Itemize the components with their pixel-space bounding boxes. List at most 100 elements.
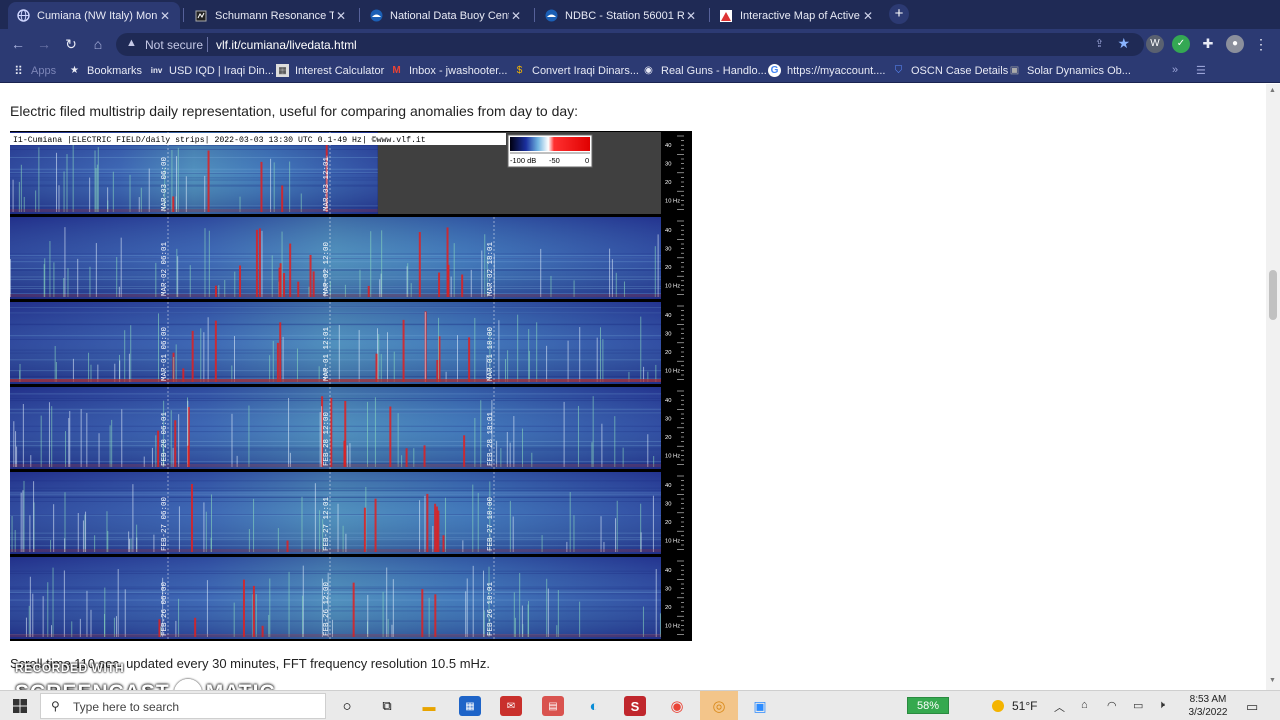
search-icon: ⚲ <box>51 699 60 713</box>
battery-icon[interactable]: ▭ <box>1133 699 1143 712</box>
noaa-icon <box>544 9 558 23</box>
intro-text: Electric filed multistrip daily represen… <box>10 103 579 119</box>
reading-list-icon[interactable]: ☰ <box>1196 64 1206 77</box>
address-bar[interactable]: ▲ Not secure vlf.it/cumiana/livedata.htm… <box>116 33 1144 56</box>
scroll-up-icon[interactable]: ▲ <box>1269 87 1276 94</box>
forward-icon[interactable]: → <box>35 35 53 53</box>
share-icon[interactable]: ⇪ <box>1095 37 1104 50</box>
store-icon[interactable]: ▦ <box>459 696 481 716</box>
chevron-up-icon[interactable]: ︿ <box>1054 699 1065 715</box>
strip-time-label: FEB-28 06:01 <box>161 411 169 466</box>
edge-icon[interactable]: ◐ <box>583 696 605 716</box>
freq-tick-label: 40 <box>665 228 671 234</box>
bookmark-item[interactable]: ▣ Solar Dynamics Ob... <box>1008 64 1131 77</box>
tab-ndbc[interactable]: National Data Buoy Center ✕ <box>361 2 531 29</box>
s-app-icon[interactable]: S <box>624 696 646 716</box>
close-tab-icon[interactable]: ✕ <box>509 9 523 23</box>
taskbar-clock[interactable]: 8:53 AM 3/3/2022 <box>1182 693 1234 719</box>
gmail-icon: M <box>392 65 401 76</box>
extension-w-icon[interactable]: W <box>1146 35 1164 53</box>
warning-icon: ▲ <box>126 37 137 49</box>
zoom-icon[interactable]: ▣ <box>749 696 771 716</box>
search-placeholder: Type here to search <box>73 700 180 714</box>
noaa-icon <box>369 9 383 23</box>
bookmark-item[interactable]: inv USD IQD | Iraqi Din... <box>150 64 274 77</box>
spectrogram-strip <box>10 557 661 639</box>
close-tab-icon[interactable]: ✕ <box>684 9 698 23</box>
page-icon <box>194 9 208 23</box>
colorbar-label: -50 <box>549 156 560 165</box>
tab-strip: Cumiana (NW Italy) Monito ✕ Schumann Res… <box>0 0 1280 29</box>
colorbar-label: 0 <box>585 156 589 165</box>
more-bookmarks-icon[interactable]: » <box>1172 64 1178 76</box>
freq-tick-label: 20 <box>665 180 671 186</box>
google-icon: G <box>768 64 781 77</box>
cortana-icon[interactable]: ○ <box>336 696 358 716</box>
freq-tick-label: 10 Hz <box>665 284 680 290</box>
bookmark-item[interactable]: M Inbox - jwashooter... <box>390 64 507 77</box>
close-tab-icon[interactable]: ✕ <box>334 9 348 23</box>
wifi-icon[interactable]: ◠ <box>1107 699 1117 712</box>
extension-check-icon[interactable]: ✓ <box>1172 35 1190 53</box>
apps-icon[interactable]: ⠿ Apps <box>12 64 56 78</box>
freq-tick-label: 40 <box>665 313 671 319</box>
freq-tick-label: 20 <box>665 265 671 271</box>
scroll-down-icon[interactable]: ▼ <box>1269 677 1276 684</box>
scrollbar-thumb[interactable] <box>1269 270 1277 320</box>
taskbar-search[interactable]: ⚲ Type here to search <box>40 693 326 719</box>
bookmark-item[interactable]: Ghttps://myaccount.... <box>768 64 885 77</box>
home-icon[interactable]: ⌂ <box>89 35 107 53</box>
clock-time: 8:53 AM <box>1189 694 1227 705</box>
weather-widget[interactable]: 51°F <box>992 699 1037 713</box>
bookmark-item[interactable]: ⛉ OSCN Case Details <box>892 64 1008 77</box>
notifications-icon[interactable]: ▭ <box>1246 699 1258 715</box>
bookmark-item[interactable]: ★ Bookmarks <box>68 64 142 77</box>
strip-time-label: MAR-01 06:00 <box>161 326 169 381</box>
spectrogram-image: MAR-03 06:00 MAR-03 12:01 40 30 20 10 Hz MAR-0… <box>10 131 692 641</box>
strip-time-label: MAR-02 18:01 <box>487 241 495 296</box>
profile-avatar[interactable]: ● <box>1226 35 1244 53</box>
task-view-icon[interactable]: ⧉ <box>376 696 398 716</box>
bookmark-item[interactable]: ▦ Interest Calculator <box>276 64 384 77</box>
freq-tick-label: 20 <box>665 605 671 611</box>
back-icon[interactable]: ← <box>9 35 27 53</box>
currency-icon: $ <box>516 65 523 76</box>
page-scrollbar[interactable]: ▲ ▼ <box>1266 84 1280 690</box>
new-tab-button[interactable]: + <box>889 4 909 24</box>
tray-device-icon[interactable]: ⌂ <box>1081 699 1088 711</box>
strip-time-label: FEB-27 18:00 <box>487 496 495 551</box>
bookmark-item[interactable]: ◉ Real Guns - Handlo... <box>642 64 767 77</box>
tab-schumann[interactable]: Schumann Resonance Toda ✕ <box>186 2 356 29</box>
calculator-icon: ▦ <box>276 64 289 77</box>
extensions-puzzle-icon[interactable]: ✚ <box>1199 35 1217 53</box>
volume-icon[interactable]: 🕨 <box>1158 699 1165 712</box>
strip-time-label: FEB-26 18:01 <box>487 581 495 636</box>
menu-kebab-icon[interactable]: ⋮ <box>1252 35 1270 53</box>
chrome-icon[interactable]: ◉ <box>666 696 688 716</box>
windows-start-icon[interactable] <box>9 696 31 716</box>
tab-title: Schumann Resonance Toda <box>215 9 334 22</box>
tab-map[interactable]: Interactive Map of Active V ✕ <box>711 2 883 29</box>
pdf-icon[interactable]: ▤ <box>542 696 564 716</box>
strip-time-label: MAR-01 12:01 <box>323 326 331 381</box>
freq-tick-label: 10 Hz <box>665 624 680 630</box>
screencast-app-icon[interactable]: ◎ <box>700 691 738 720</box>
freq-tick-label: 30 <box>665 417 671 423</box>
file-explorer-icon[interactable]: ▬ <box>418 696 440 716</box>
tab-station[interactable]: NDBC - Station 56001 Rece ✕ <box>536 2 706 29</box>
shield-icon: ⛉ <box>894 65 903 76</box>
close-tab-icon[interactable]: ✕ <box>861 9 875 23</box>
bookmark-star-icon[interactable]: ★ <box>1117 35 1130 52</box>
bookmark-item[interactable]: $ Convert Iraqi Dinars... <box>513 64 639 77</box>
tab-cumiana[interactable]: Cumiana (NW Italy) Monito ✕ <box>8 2 180 29</box>
battery-indicator[interactable]: 58% <box>907 697 949 714</box>
freq-tick-label: 40 <box>665 568 671 574</box>
colorbar-label: -100 dB <box>510 156 536 165</box>
strip-time-label: FEB-27 12:01 <box>323 496 331 551</box>
strip-time-label: MAR-03 06:00 <box>161 156 169 211</box>
mail-app-icon[interactable]: ✉ <box>500 696 522 716</box>
reload-icon[interactable]: ↻ <box>62 35 80 53</box>
close-tab-icon[interactable]: ✕ <box>158 9 172 23</box>
freq-tick-label: 10 Hz <box>665 199 680 205</box>
strip-time-label: MAR-03 12:01 <box>323 156 331 211</box>
